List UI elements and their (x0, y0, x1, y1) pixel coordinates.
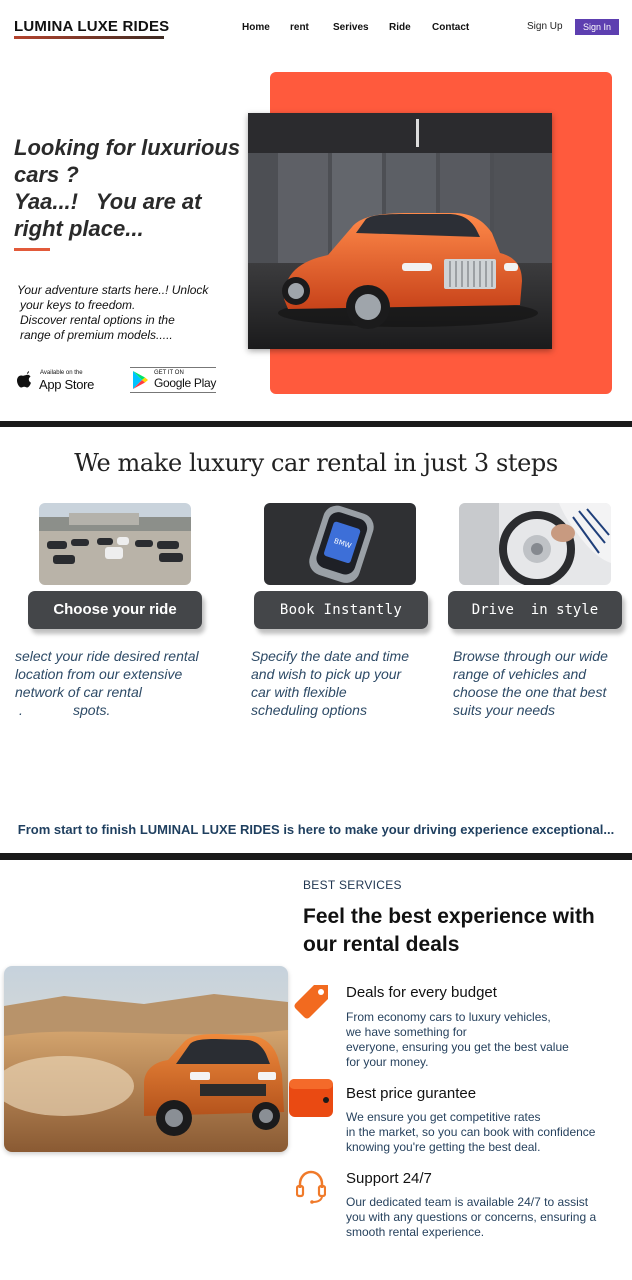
sign-in-button[interactable]: Sign In (575, 19, 619, 35)
hero-text-line: your keys to freedom. (20, 298, 136, 312)
step-desc-last-row: . spots. (15, 701, 235, 719)
drive-in-style-button[interactable]: Drive in style (448, 591, 622, 629)
apple-icon (17, 371, 31, 388)
services-kicker: BEST SERVICES (303, 878, 402, 892)
top-navbar: LUMINA LUXE RIDES Home rent Serives Ride… (0, 0, 632, 56)
sign-up-link[interactable]: Sign Up (527, 21, 563, 32)
logo-underline (14, 36, 164, 39)
feature-text-line: Our dedicated team is available 24/7 to … (346, 1195, 589, 1209)
step-desc-line: car with flexible (251, 684, 347, 700)
hero-text-line: Your adventure starts here..! Unlock (17, 283, 209, 297)
google-play-button[interactable]: GET IT ON Google Play (130, 367, 216, 393)
choose-your-ride-button[interactable]: Choose your ride (28, 591, 202, 629)
nav-rent[interactable]: rent (290, 22, 309, 33)
nav-home[interactable]: Home (242, 22, 270, 33)
hero-description: Your adventure starts here..! Unlock you… (17, 283, 247, 343)
nav-services[interactable]: Serives (333, 22, 369, 33)
app-store-label: App Store (39, 377, 95, 392)
step-desc-line: range of vehicles and (453, 666, 587, 682)
step-desc-line: choose the one that best (453, 684, 607, 700)
feature-heading-price: Best price gurantee (346, 1085, 477, 1102)
step-desc-line: Specify the date and time (251, 648, 409, 664)
feature-heading-deals: Deals for every budget (346, 984, 497, 1001)
tagline: From start to finish LUMINAL LUXE RIDES … (17, 822, 615, 837)
step-description-choose: select your ride desired rental location… (15, 647, 235, 719)
hero-title-line: Looking for luxurious (14, 135, 241, 160)
hero-text-line: Discover rental options in the (20, 313, 175, 327)
feature-text-line: smooth rental experience. (346, 1225, 485, 1239)
section-divider (0, 853, 632, 860)
step-image-parking-lot (39, 503, 191, 585)
step-description-book: Specify the date and time and wish to pi… (251, 647, 447, 719)
services-title-line: Feel the best experience with (303, 905, 595, 928)
step-desc-line: and wish to pick up your (251, 666, 402, 682)
book-instantly-button[interactable]: Book Instantly (254, 591, 428, 629)
hero-title-line: Yaa...! You are at (14, 189, 202, 214)
hero-accent-dash (14, 248, 50, 251)
hero-title-line: right place... (14, 216, 144, 241)
feature-heading-support: Support 24/7 (346, 1170, 432, 1187)
headset-icon (296, 1170, 326, 1204)
app-store-button[interactable]: Available on the App Store (14, 367, 104, 393)
hero-title-line: cars ? (14, 162, 79, 187)
step-desc-line: scheduling options (251, 702, 367, 718)
price-tag-icon (294, 985, 328, 1019)
feature-text-line: you with any questions or concerns, ensu… (346, 1210, 597, 1224)
step-description-drive: Browse through our wide range of vehicle… (453, 647, 632, 719)
feature-text-deals: From economy cars to luxury vehicles, we… (346, 1010, 632, 1070)
hero-title: Looking for luxurious cars ? Yaa...! You… (14, 134, 254, 242)
feature-text-line: everyone, ensuring you get the best valu… (346, 1040, 569, 1054)
feature-text-line: for your money. (346, 1055, 429, 1069)
step-desc-line: suits your needs (453, 702, 555, 718)
step-image-steering-wheel (459, 503, 611, 585)
feature-text-line: we have something for (346, 1025, 467, 1039)
services-suv-image (4, 966, 288, 1152)
nav-contact[interactable]: Contact (432, 22, 469, 33)
section-divider (0, 421, 632, 427)
brand-logo[interactable]: LUMINA LUXE RIDES (14, 18, 169, 35)
nav-ride[interactable]: Ride (389, 22, 411, 33)
feature-text-line: knowing you're getting the best deal. (346, 1140, 541, 1154)
google-play-icon (133, 371, 148, 389)
steps-heading: We make luxury car rental in just 3 step… (74, 449, 558, 477)
services-title: Feel the best experience with our rental… (303, 903, 632, 959)
hero-car-image (248, 113, 552, 349)
bullet-dot: . (19, 702, 23, 718)
step-desc-line: Browse through our wide (453, 648, 608, 664)
app-store-caption: Available on the (40, 370, 83, 376)
feature-text-line: From economy cars to luxury vehicles, (346, 1010, 551, 1024)
hero-text-line: range of premium models..... (20, 328, 173, 342)
feature-text-line: in the market, so you can book with conf… (346, 1125, 596, 1139)
services-title-line: our rental deals (303, 933, 460, 956)
feature-text-price: We ensure you get competitive rates in t… (346, 1110, 632, 1155)
step-image-key-fob: BMW (264, 503, 416, 585)
feature-text-support: Our dedicated team is available 24/7 to … (346, 1195, 632, 1240)
step-desc-line: select your ride desired rental (15, 648, 199, 664)
step-desc-line: location from our extensive (15, 666, 183, 682)
wallet-icon (289, 1079, 333, 1117)
step-desc-line: network of car rental (15, 684, 142, 700)
google-play-label: Google Play (154, 376, 217, 390)
step-desc-line: spots. (73, 702, 111, 718)
feature-text-line: We ensure you get competitive rates (346, 1110, 541, 1124)
